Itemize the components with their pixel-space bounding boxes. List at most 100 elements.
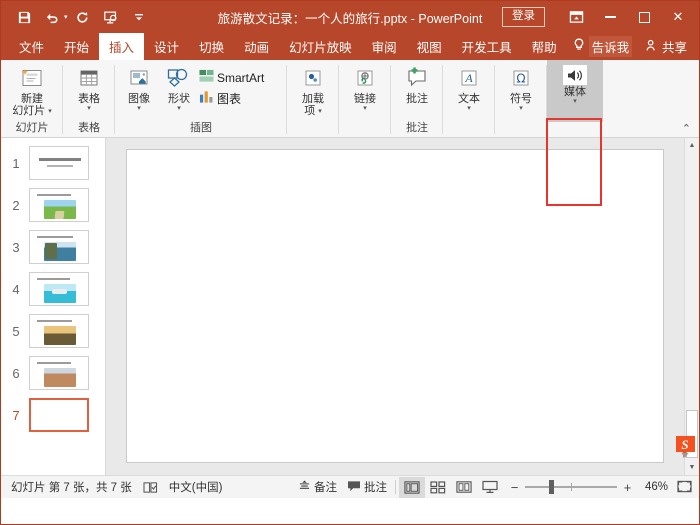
share-button[interactable]: 共享: [646, 33, 699, 60]
maximize-icon[interactable]: [627, 3, 661, 31]
slide-sorter-button[interactable]: [425, 477, 451, 498]
text-button[interactable]: A 文本 ▾: [447, 63, 491, 112]
sogou-input-logo-icon: S: [674, 435, 697, 461]
images-dropdown-caret[interactable]: ▾: [137, 105, 141, 112]
scroll-up-arrow-icon[interactable]: ▲: [685, 138, 699, 153]
shapes-button[interactable]: 图像 形状 ▾: [159, 63, 199, 112]
symbol-icon: Ω: [506, 65, 536, 93]
tab-transitions[interactable]: 切换: [189, 33, 234, 60]
tab-file[interactable]: 文件: [9, 33, 54, 60]
ribbon-group-label-comments: 批注: [406, 122, 428, 134]
tell-me-box[interactable]: 告诉我: [573, 33, 633, 60]
thumbnail-number: 3: [12, 240, 20, 255]
ribbon-display-options-icon[interactable]: [559, 3, 593, 31]
tab-developer[interactable]: 开发工具: [452, 33, 522, 60]
thumbnail-number: 6: [12, 366, 20, 381]
minimize-icon[interactable]: [593, 3, 627, 31]
zoom-control[interactable]: − + 46%: [503, 477, 695, 498]
fit-slide-to-window-button[interactable]: [673, 477, 695, 498]
ribbon-group-tables: 表格 ▾ 表格: [63, 60, 115, 137]
tab-review[interactable]: 审阅: [362, 33, 407, 60]
customize-qat-icon[interactable]: [126, 5, 152, 29]
slideshow-button[interactable]: [477, 477, 503, 498]
shapes-dropdown-caret[interactable]: ▾: [177, 105, 181, 112]
addins-label-2: 项: [304, 105, 316, 117]
zoom-slider-thumb[interactable]: [549, 480, 554, 494]
slide-editing-pane[interactable]: [106, 138, 684, 475]
zoom-in-button[interactable]: +: [622, 480, 633, 495]
thumbnail-preview[interactable]: [29, 272, 89, 306]
save-icon[interactable]: [11, 5, 37, 29]
start-slideshow-icon[interactable]: [98, 5, 124, 29]
new-slide-icon: [17, 65, 47, 93]
undo-dropdown-caret[interactable]: ▾: [64, 13, 68, 21]
text-dropdown-caret[interactable]: ▾: [467, 105, 471, 112]
link-dropdown-caret[interactable]: ▾: [363, 105, 367, 112]
table-button[interactable]: 表格 ▾: [67, 63, 111, 112]
link-button[interactable]: 链接 ▾: [343, 63, 387, 112]
addins-dropdown-caret[interactable]: ▾: [318, 108, 322, 115]
images-button[interactable]: 图像 ▾: [119, 63, 159, 112]
redo-icon[interactable]: [70, 5, 96, 29]
accessibility-checker-icon[interactable]: [138, 481, 163, 494]
tab-view[interactable]: 视图: [407, 33, 452, 60]
addins-button[interactable]: 加载 项 ▾: [291, 63, 335, 117]
tab-design[interactable]: 设计: [144, 33, 189, 60]
smartart-icon: [199, 69, 214, 86]
vertical-scrollbar[interactable]: ▲ ▼: [684, 138, 699, 475]
sign-in-button[interactable]: 登录: [502, 6, 545, 28]
ribbon-group-addins: 加载 项 ▾: [287, 60, 339, 137]
language-label[interactable]: 中文(中国): [163, 479, 229, 495]
thumbnail-preview-selected[interactable]: [29, 398, 89, 432]
comment-button[interactable]: 批注: [395, 63, 439, 105]
tab-help[interactable]: 帮助: [522, 33, 567, 60]
shapes-icon: [164, 65, 194, 93]
new-slide-button[interactable]: 新建 幻灯片 ▾: [5, 63, 59, 117]
tab-insert[interactable]: 插入: [99, 33, 145, 60]
thumbnail-preview[interactable]: [29, 314, 89, 348]
media-dropdown-caret[interactable]: ▾: [573, 98, 577, 105]
zoom-out-button[interactable]: −: [509, 480, 520, 495]
thumbnail-preview[interactable]: [29, 146, 89, 180]
thumbnail-preview[interactable]: [29, 356, 89, 390]
current-slide-canvas[interactable]: [126, 149, 664, 463]
thumbnail-preview[interactable]: [29, 230, 89, 264]
new-slide-dropdown-caret[interactable]: ▾: [48, 108, 52, 115]
ribbon-group-label-links: [339, 122, 391, 137]
addins-icon: [298, 65, 328, 93]
chart-button[interactable]: 图表: [199, 90, 264, 107]
ribbon-group-label-addins: [287, 122, 339, 137]
thumbnail-item-4[interactable]: 4: [1, 272, 105, 306]
slide-thumbnail-pane[interactable]: 1 2 3 4 5 6 7: [1, 138, 106, 475]
zoom-slider-track[interactable]: [525, 480, 617, 494]
addins-label-1: 加载: [302, 93, 324, 105]
symbol-button[interactable]: Ω 符号 ▾: [499, 63, 543, 112]
share-label: 共享: [661, 41, 687, 55]
tab-home[interactable]: 开始: [54, 33, 99, 60]
thumbnail-item-6[interactable]: 6: [1, 356, 105, 390]
thumbnail-item-1[interactable]: 1: [1, 146, 105, 180]
undo-icon[interactable]: [39, 5, 65, 29]
media-button[interactable]: 媒体 ▾: [550, 63, 600, 105]
tab-slideshow[interactable]: 幻灯片放映: [279, 33, 362, 60]
thumbnail-item-7[interactable]: 7: [1, 398, 105, 432]
ribbon-group-text: A 文本 ▾: [443, 60, 495, 137]
smartart-button[interactable]: SmartArt: [199, 69, 264, 86]
symbol-dropdown-caret[interactable]: ▾: [519, 105, 523, 112]
comments-button[interactable]: 批注: [342, 479, 392, 495]
collapse-ribbon-icon[interactable]: ⌃: [682, 122, 691, 135]
link-label: 链接: [354, 93, 376, 105]
tab-animations[interactable]: 动画: [234, 33, 279, 60]
close-icon[interactable]: ✕: [661, 3, 695, 31]
thumbnail-item-5[interactable]: 5: [1, 314, 105, 348]
reading-view-button[interactable]: [451, 477, 477, 498]
normal-view-button[interactable]: [399, 476, 425, 498]
zoom-percentage-label: 46%: [644, 481, 668, 493]
thumbnail-preview[interactable]: [29, 188, 89, 222]
table-label: 表格: [78, 93, 100, 105]
scroll-down-arrow-icon[interactable]: ▼: [685, 460, 699, 475]
thumbnail-item-3[interactable]: 3: [1, 230, 105, 264]
thumbnail-item-2[interactable]: 2: [1, 188, 105, 222]
notes-button[interactable]: 备注: [293, 479, 342, 495]
table-dropdown-caret[interactable]: ▾: [87, 105, 91, 112]
